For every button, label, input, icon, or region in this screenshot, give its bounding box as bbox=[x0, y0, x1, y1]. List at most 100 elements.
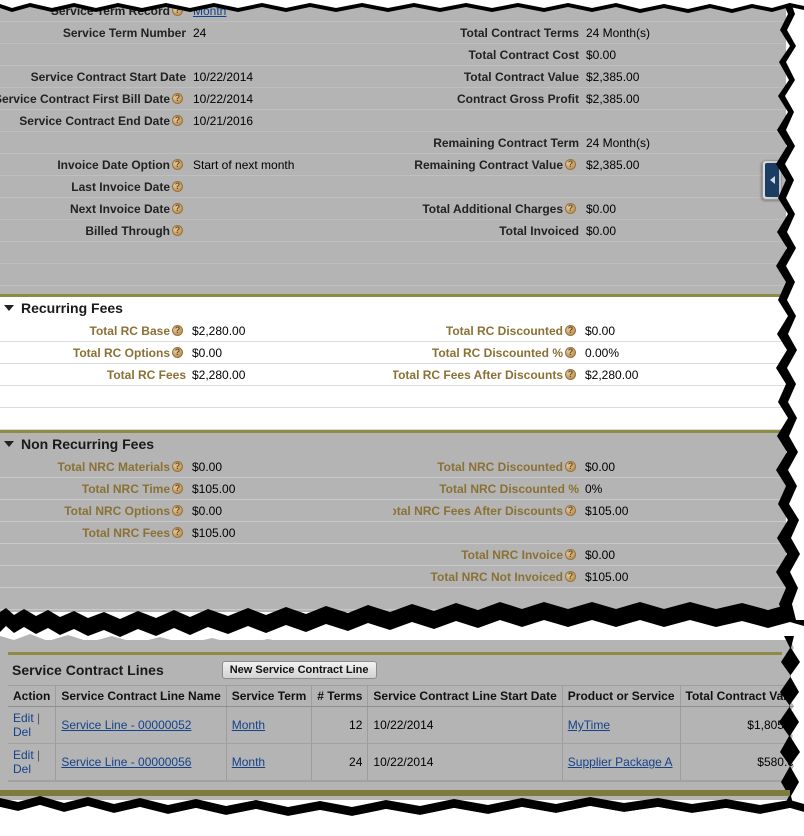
field-row bbox=[0, 588, 786, 610]
column-header[interactable]: Service Contract Line Start Date bbox=[367, 685, 563, 707]
help-icon[interactable] bbox=[565, 202, 576, 215]
field-label-text: Total NRC Options bbox=[64, 503, 170, 518]
help-icon[interactable] bbox=[172, 202, 183, 215]
help-icon[interactable] bbox=[172, 4, 183, 17]
field-pair: Total Contract Terms 24 Month(s) bbox=[393, 26, 786, 40]
field-row: Service Contract First Bill Date 10/22/20… bbox=[0, 88, 786, 110]
num-terms-cell: 12 bbox=[311, 706, 369, 744]
collapse-triangle-icon[interactable] bbox=[4, 441, 14, 447]
help-icon[interactable] bbox=[565, 504, 576, 517]
recurring-fees-header[interactable]: Recurring Fees bbox=[0, 297, 786, 320]
line-name-cell: Service Line - 00000056 bbox=[55, 743, 227, 781]
help-icon[interactable] bbox=[565, 324, 576, 337]
help-icon[interactable] bbox=[172, 158, 183, 171]
field-label: Remaining Contract Term bbox=[393, 136, 583, 150]
field-value: $0.00 bbox=[585, 547, 616, 562]
help-icon[interactable] bbox=[565, 346, 576, 359]
service-term-link[interactable]: Month bbox=[232, 755, 265, 769]
delete-link[interactable]: Del bbox=[13, 762, 31, 776]
field-pair: Service Contract End Date 10/21/2016 bbox=[0, 114, 393, 128]
field-row: Total NRC Not Invoiced $105.00 bbox=[0, 566, 786, 588]
field-value-link[interactable]: Month bbox=[193, 4, 226, 18]
field-label: Invoice Date Option bbox=[0, 158, 190, 172]
field-value: Start of next month bbox=[193, 157, 295, 172]
help-icon[interactable] bbox=[172, 114, 183, 127]
help-icon[interactable] bbox=[172, 180, 183, 193]
column-header[interactable]: Product or Service bbox=[562, 685, 681, 707]
collapse-triangle-icon[interactable] bbox=[4, 305, 14, 311]
field-label: Total NRC Fees After Discounts bbox=[393, 504, 582, 518]
field-pair: Total NRC Materials $0.00 bbox=[0, 460, 393, 474]
field-value: 10/22/2014 bbox=[193, 91, 254, 106]
field-value: 10/21/2016 bbox=[193, 113, 254, 128]
column-header[interactable]: Service Contract Line Name bbox=[55, 685, 227, 707]
field-label-text: Total NRC Invoice bbox=[461, 547, 563, 562]
field-pair: Service Term Record Month bbox=[0, 4, 393, 18]
field-value[interactable]: Month bbox=[190, 4, 363, 18]
column-header[interactable]: Action bbox=[8, 685, 57, 707]
table-row: Edit | Del Service Line - 00000056 Month 24… bbox=[8, 743, 804, 781]
field-row: Service Contract End Date 10/21/2016 bbox=[0, 110, 786, 132]
product-or-service-link[interactable]: Supplier Package A bbox=[568, 755, 673, 769]
delete-link[interactable]: Del bbox=[13, 725, 31, 739]
help-icon[interactable] bbox=[172, 346, 183, 359]
help-icon[interactable] bbox=[172, 460, 183, 473]
field-label: Service Contract End Date bbox=[0, 114, 190, 128]
help-icon[interactable] bbox=[565, 158, 576, 171]
field-pair: Total RC Fees After Discounts $2,280.00 bbox=[393, 368, 786, 382]
field-row bbox=[0, 386, 786, 408]
field-label-text: Service Contract First Bill Date bbox=[0, 91, 170, 106]
non-recurring-fees-header[interactable]: Non Recurring Fees bbox=[0, 433, 786, 456]
field-row bbox=[0, 242, 786, 264]
field-label: Total Invoiced bbox=[393, 224, 583, 238]
field-pair: Total RC Discounted % 0.00% bbox=[393, 346, 786, 360]
service-term-link[interactable]: Month bbox=[232, 718, 265, 732]
column-header[interactable]: Service Term bbox=[226, 685, 313, 707]
field-pair: Total Contract Cost $0.00 bbox=[393, 48, 786, 62]
field-label: Total NRC Discounted bbox=[393, 460, 582, 474]
edit-link[interactable]: Edit bbox=[13, 748, 34, 762]
sidebar-expand-tab[interactable] bbox=[762, 160, 782, 200]
help-icon[interactable] bbox=[565, 570, 576, 583]
column-header[interactable]: Total Contract Value bbox=[680, 685, 804, 707]
new-service-contract-line-button[interactable]: New Service Contract Line bbox=[221, 661, 377, 679]
field-row: Last Invoice Date bbox=[0, 176, 786, 198]
field-label-text: Total NRC Fees After Discounts bbox=[393, 503, 563, 518]
page-root: Service Term Record Month Service Term Num… bbox=[0, 0, 804, 836]
field-label-text: Last Invoice Date bbox=[71, 179, 170, 194]
field-pair: Remaining Contract Value $2,385.00 bbox=[393, 158, 786, 172]
help-icon[interactable] bbox=[172, 526, 183, 539]
field-row: Total NRC Fees $105.00 bbox=[0, 522, 786, 544]
field-label: Remaining Contract Value bbox=[393, 158, 583, 172]
help-icon[interactable] bbox=[172, 324, 183, 337]
field-pair: Total NRC Options $0.00 bbox=[0, 504, 393, 518]
field-label-text: Total NRC Discounted % bbox=[439, 481, 579, 496]
line-name-link[interactable]: Service Line - 00000052 bbox=[61, 718, 191, 732]
help-icon[interactable] bbox=[565, 548, 576, 561]
field-label-text: Total NRC Materials bbox=[57, 459, 170, 474]
line-name-link[interactable]: Service Line - 00000056 bbox=[61, 755, 191, 769]
field-value: $0.00 bbox=[585, 459, 616, 474]
field-value: 24 Month(s) bbox=[586, 25, 651, 40]
related-list-header: Service Contract Lines New Service Contr… bbox=[8, 655, 782, 685]
help-icon[interactable] bbox=[565, 368, 576, 381]
field-pair: Total NRC Time $105.00 bbox=[0, 482, 393, 496]
field-row: Service Contract Start Date 10/22/2014 Tot… bbox=[0, 66, 786, 88]
help-icon[interactable] bbox=[565, 460, 576, 473]
field-pair: Contract Gross Profit $2,385.00 bbox=[393, 92, 786, 106]
column-header[interactable]: # Terms bbox=[311, 685, 369, 707]
help-icon[interactable] bbox=[172, 504, 183, 517]
help-icon[interactable] bbox=[172, 482, 183, 495]
action-separator: | bbox=[33, 748, 41, 762]
field-label: Total RC Options bbox=[0, 346, 189, 360]
field-row: Invoice Date Option Start of next month Re… bbox=[0, 154, 786, 176]
related-list-title: Service Contract Lines bbox=[12, 662, 164, 678]
sidebar-tab-inner bbox=[765, 163, 779, 197]
product-or-service-link[interactable]: MyTime bbox=[568, 718, 610, 732]
edit-link[interactable]: Edit bbox=[13, 711, 34, 725]
field-pair: Total Contract Value $2,385.00 bbox=[393, 70, 786, 84]
help-icon[interactable] bbox=[172, 92, 183, 105]
field-label: Total NRC Materials bbox=[0, 460, 189, 474]
field-value: $0.00 bbox=[192, 459, 223, 474]
help-icon[interactable] bbox=[172, 224, 183, 237]
